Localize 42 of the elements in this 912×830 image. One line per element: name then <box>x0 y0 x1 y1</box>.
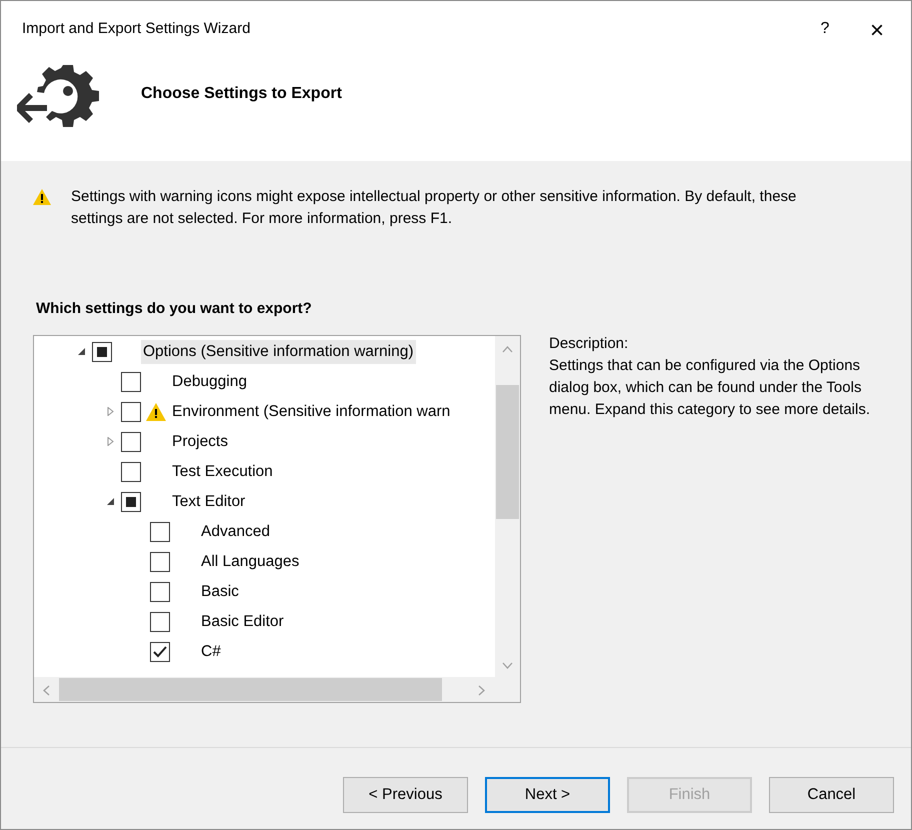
wizard-button[interactable]: Cancel <box>769 776 894 812</box>
tree-item[interactable]: Advanced <box>199 520 272 544</box>
checkbox[interactable] <box>121 462 141 482</box>
checkbox[interactable] <box>150 552 170 572</box>
checkbox[interactable] <box>150 582 170 602</box>
tree-item[interactable]: Basic <box>199 580 241 604</box>
warning-message: Settings with warning icons might expose intellectual property or other sensitive information. By default, these settings are not selected. For more information, press F1. <box>71 187 798 229</box>
tree-label: Which settings do you want to export? <box>36 299 312 319</box>
tree-item[interactable]: Projects <box>170 430 230 454</box>
horizontal-scrollbar[interactable] <box>34 676 520 702</box>
help-button[interactable]: ? <box>805 13 845 45</box>
scroll-thumb[interactable] <box>59 678 442 700</box>
expand-arrow-icon[interactable] <box>106 407 114 416</box>
tree-item[interactable]: Text Editor <box>170 490 248 514</box>
checkbox[interactable] <box>121 492 141 512</box>
tree-item[interactable]: Test Execution <box>170 460 275 484</box>
tree-item[interactable]: Environment (Sensitive information warn <box>170 400 452 424</box>
description-text: Settings that can be configured via the Options dialog box, which can be found under the Tools menu. Expand this category to see more details. <box>549 356 872 420</box>
tree-item[interactable]: Debugging <box>170 370 249 394</box>
tree-item[interactable]: C# <box>199 640 223 664</box>
page-heading: Choose Settings to Export <box>141 84 342 104</box>
checkbox[interactable] <box>92 342 112 362</box>
warning-icon <box>33 189 51 205</box>
checkbox[interactable] <box>121 372 141 392</box>
expand-arrow-icon[interactable] <box>106 437 114 446</box>
checkbox[interactable] <box>121 432 141 452</box>
checkbox[interactable] <box>150 642 170 662</box>
window-title: Import and Export Settings Wizard <box>22 18 252 39</box>
description-label: Description: <box>549 334 628 354</box>
vertical-scrollbar[interactable] <box>495 336 520 676</box>
close-button[interactable]: × <box>857 13 897 45</box>
wizard-button[interactable]: Next > <box>485 776 610 812</box>
scroll-thumb[interactable] <box>496 384 519 518</box>
collapse-arrow-icon[interactable] <box>106 497 114 506</box>
tree-item[interactable]: All Languages <box>199 550 302 574</box>
collapse-arrow-icon[interactable] <box>76 347 86 356</box>
tree-item[interactable]: Basic Editor <box>199 610 286 634</box>
checkbox[interactable] <box>150 522 170 542</box>
tree-item[interactable]: Options (Sensitive information warning) <box>141 340 416 364</box>
checkbox[interactable] <box>121 402 141 422</box>
checkbox[interactable] <box>150 612 170 632</box>
wizard-button[interactable]: < Previous <box>343 776 468 812</box>
